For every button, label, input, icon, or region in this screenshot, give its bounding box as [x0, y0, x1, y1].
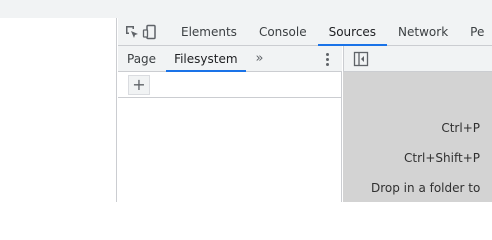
command-menu-shortcut: Ctrl+Shift+P	[404, 151, 480, 165]
tab-performance[interactable]: Pe	[459, 18, 492, 46]
sources-sidebar-tabs: Page Filesystem »	[118, 46, 342, 72]
filesystem-navigator: +	[118, 72, 342, 202]
inspect-element-icon[interactable]	[124, 21, 140, 43]
navigator-toolbar: +	[118, 72, 341, 98]
device-toolbar-icon[interactable]	[142, 21, 158, 43]
tab-page[interactable]: Page	[119, 46, 164, 72]
tab-elements[interactable]: Elements	[170, 18, 248, 46]
editor-placeholder: Ctrl+P Ctrl+Shift+P Drop in a folder to	[343, 72, 492, 202]
tab-sources[interactable]: Sources	[317, 18, 388, 46]
devtools-main-toolbar: Elements Console Sources Network Pe	[118, 18, 492, 46]
tab-filesystem[interactable]: Filesystem	[166, 46, 246, 72]
editor-toolbar	[343, 46, 492, 72]
toggle-navigator-icon[interactable]	[353, 51, 369, 67]
browser-top-strip	[0, 0, 492, 18]
devtools-panel: Elements Console Sources Network Pe Page…	[118, 18, 492, 202]
more-tabs-chevron-icon[interactable]: »	[250, 46, 270, 72]
drop-folder-hint: Drop in a folder to	[371, 181, 481, 195]
tab-console[interactable]: Console	[248, 18, 318, 46]
tab-network[interactable]: Network	[387, 18, 459, 46]
quick-open-shortcut: Ctrl+P	[441, 121, 480, 135]
more-options-icon[interactable]	[320, 46, 334, 72]
add-folder-icon[interactable]: +	[128, 75, 150, 95]
page-content-area	[0, 18, 117, 202]
